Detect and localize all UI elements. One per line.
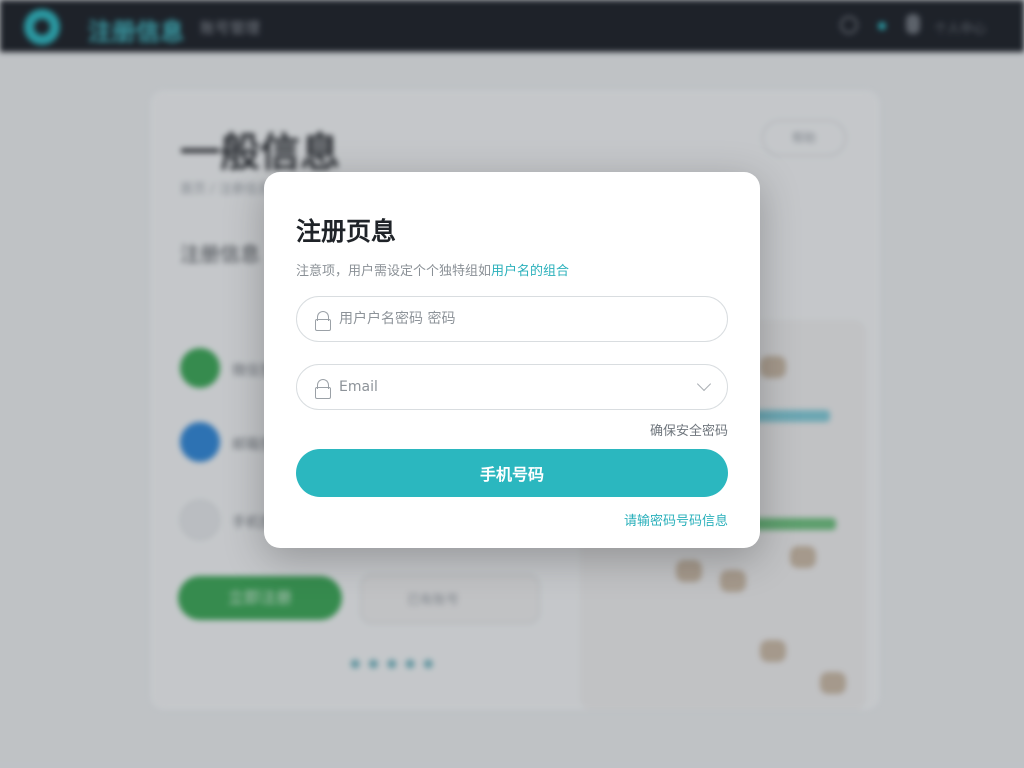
info-link[interactable]: 请输密码号码信息 (624, 510, 728, 529)
username-input[interactable] (339, 297, 699, 341)
secure-password-link[interactable]: 确保安全密码 (650, 420, 728, 439)
dialog-title: 注册页息 (296, 217, 397, 246)
registration-dialog: 注册页息 注意项，用户需设定个个独特组如用户名的组合 确保安全密码 手机号码 请… (264, 172, 760, 548)
dialog-hint: 注意项，用户需设定个个独特组如用户名的组合 (296, 260, 569, 279)
lock-icon (315, 311, 331, 331)
submit-button[interactable]: 手机号码 (296, 449, 728, 497)
email-field[interactable] (296, 364, 728, 410)
lock-icon (315, 379, 331, 399)
hint-text: 注意项，用户需设定个个独特组如 (296, 264, 492, 279)
username-password-field[interactable] (296, 296, 728, 342)
chevron-down-icon[interactable] (696, 376, 712, 392)
hint-highlight: 用户名的组合 (491, 264, 570, 279)
email-input[interactable] (339, 365, 699, 409)
